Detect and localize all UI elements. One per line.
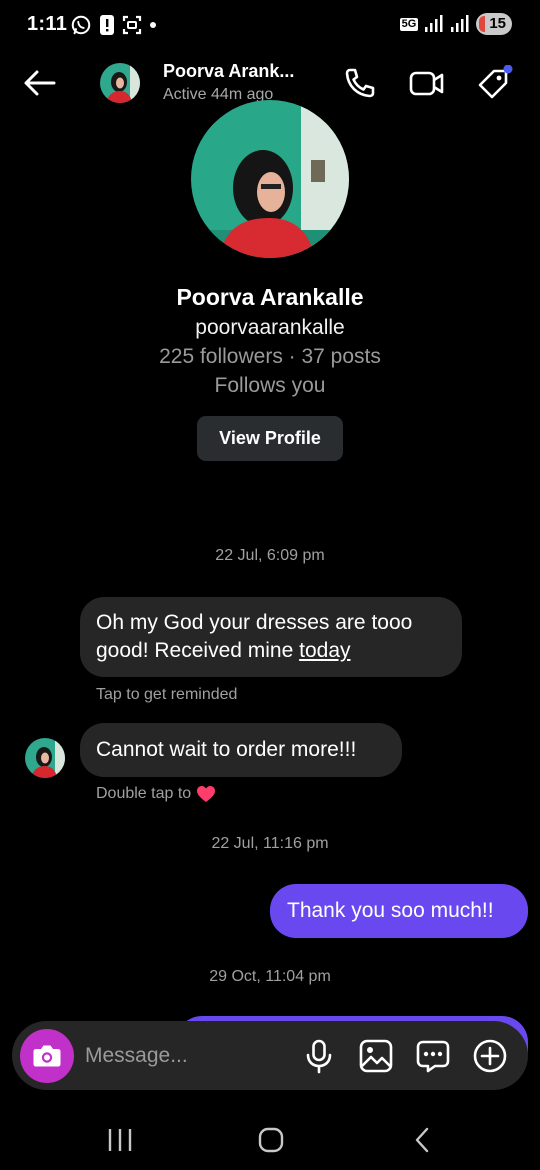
- heart-icon: [197, 786, 216, 802]
- avatar-image: [25, 738, 65, 778]
- chevron-left-icon: [415, 1127, 429, 1153]
- battery-level: 15: [489, 15, 506, 32]
- profile-username: poorvaarankalle: [195, 316, 345, 339]
- recent-apps-button[interactable]: [100, 1122, 140, 1158]
- message-composer: [12, 1021, 528, 1090]
- notification-dot-icon: [150, 22, 156, 28]
- message-timestamp: 29 Oct, 11:04 pm: [209, 968, 331, 985]
- header-avatar[interactable]: [100, 63, 140, 103]
- tag-button[interactable]: [476, 64, 513, 101]
- camera-icon: [33, 1045, 61, 1067]
- tag-icon: [478, 64, 513, 99]
- phone-icon: [345, 68, 375, 98]
- plus-circle-icon: [473, 1039, 507, 1073]
- follows-you-label: Follows you: [214, 374, 326, 397]
- back-nav-button[interactable]: [402, 1122, 442, 1158]
- profile-name: Poorva Arankalle: [176, 284, 364, 310]
- network-type-label: 5G: [399, 17, 419, 31]
- message-sender-avatar[interactable]: [25, 738, 65, 778]
- message-input[interactable]: [85, 1031, 285, 1081]
- status-bar: 1:11 5G 15: [0, 0, 540, 50]
- signal-icon-2: [451, 15, 469, 32]
- incoming-message[interactable]: Oh my God your dresses are tooo good! Re…: [80, 597, 462, 677]
- double-tap-hint[interactable]: Double tap to: [96, 785, 216, 803]
- audio-call-button[interactable]: [342, 65, 378, 101]
- whatsapp-icon: [71, 15, 91, 35]
- double-tap-text: Double tap to: [96, 785, 192, 802]
- add-button[interactable]: [472, 1038, 508, 1074]
- profile-stats: 225 followers · 37 posts: [159, 345, 381, 368]
- home-button[interactable]: [251, 1122, 291, 1158]
- chat-bubble-icon: [416, 1040, 450, 1073]
- message-text: Thank you soo much!!: [287, 899, 494, 922]
- profile-image: [191, 100, 349, 258]
- header-contact-name[interactable]: Poorva Arank...: [163, 61, 294, 82]
- signal-icon: [425, 15, 443, 32]
- message-text: Oh my God your dresses are tooo good! Re…: [96, 611, 413, 662]
- view-profile-button[interactable]: View Profile: [197, 416, 343, 461]
- video-camera-icon: [409, 71, 444, 96]
- screenshot-icon: [122, 15, 142, 35]
- status-icons-right: 5G 15: [399, 12, 512, 36]
- outgoing-message[interactable]: Thank you soo much!!: [270, 884, 528, 938]
- message-timestamp: 22 Jul, 11:16 pm: [211, 835, 329, 852]
- alert-icon: [100, 15, 114, 35]
- reminder-hint[interactable]: Tap to get reminded: [96, 686, 237, 704]
- microphone-icon: [306, 1039, 332, 1074]
- home-icon: [258, 1127, 284, 1153]
- message-text: Cannot wait to order more!!!: [96, 738, 357, 761]
- image-icon: [359, 1039, 393, 1073]
- recent-apps-icon: [108, 1129, 132, 1151]
- sticker-button[interactable]: [415, 1038, 451, 1074]
- battery-fill: [479, 16, 486, 32]
- status-icons-left: [70, 13, 157, 37]
- avatar-image: [100, 63, 140, 103]
- arrow-left-icon: [24, 70, 56, 96]
- back-button[interactable]: [22, 65, 58, 101]
- system-nav-bar: [0, 1110, 540, 1170]
- video-call-button[interactable]: [408, 65, 444, 101]
- message-timestamp: 22 Jul, 6:09 pm: [215, 547, 325, 564]
- camera-button[interactable]: [20, 1029, 74, 1083]
- message-link[interactable]: today: [299, 639, 350, 662]
- voice-message-button[interactable]: [301, 1038, 337, 1074]
- incoming-message[interactable]: Cannot wait to order more!!!: [80, 723, 402, 777]
- battery-indicator: 15: [476, 13, 512, 35]
- profile-picture[interactable]: [191, 100, 349, 258]
- status-time: 1:11: [27, 13, 68, 35]
- gallery-button[interactable]: [358, 1038, 394, 1074]
